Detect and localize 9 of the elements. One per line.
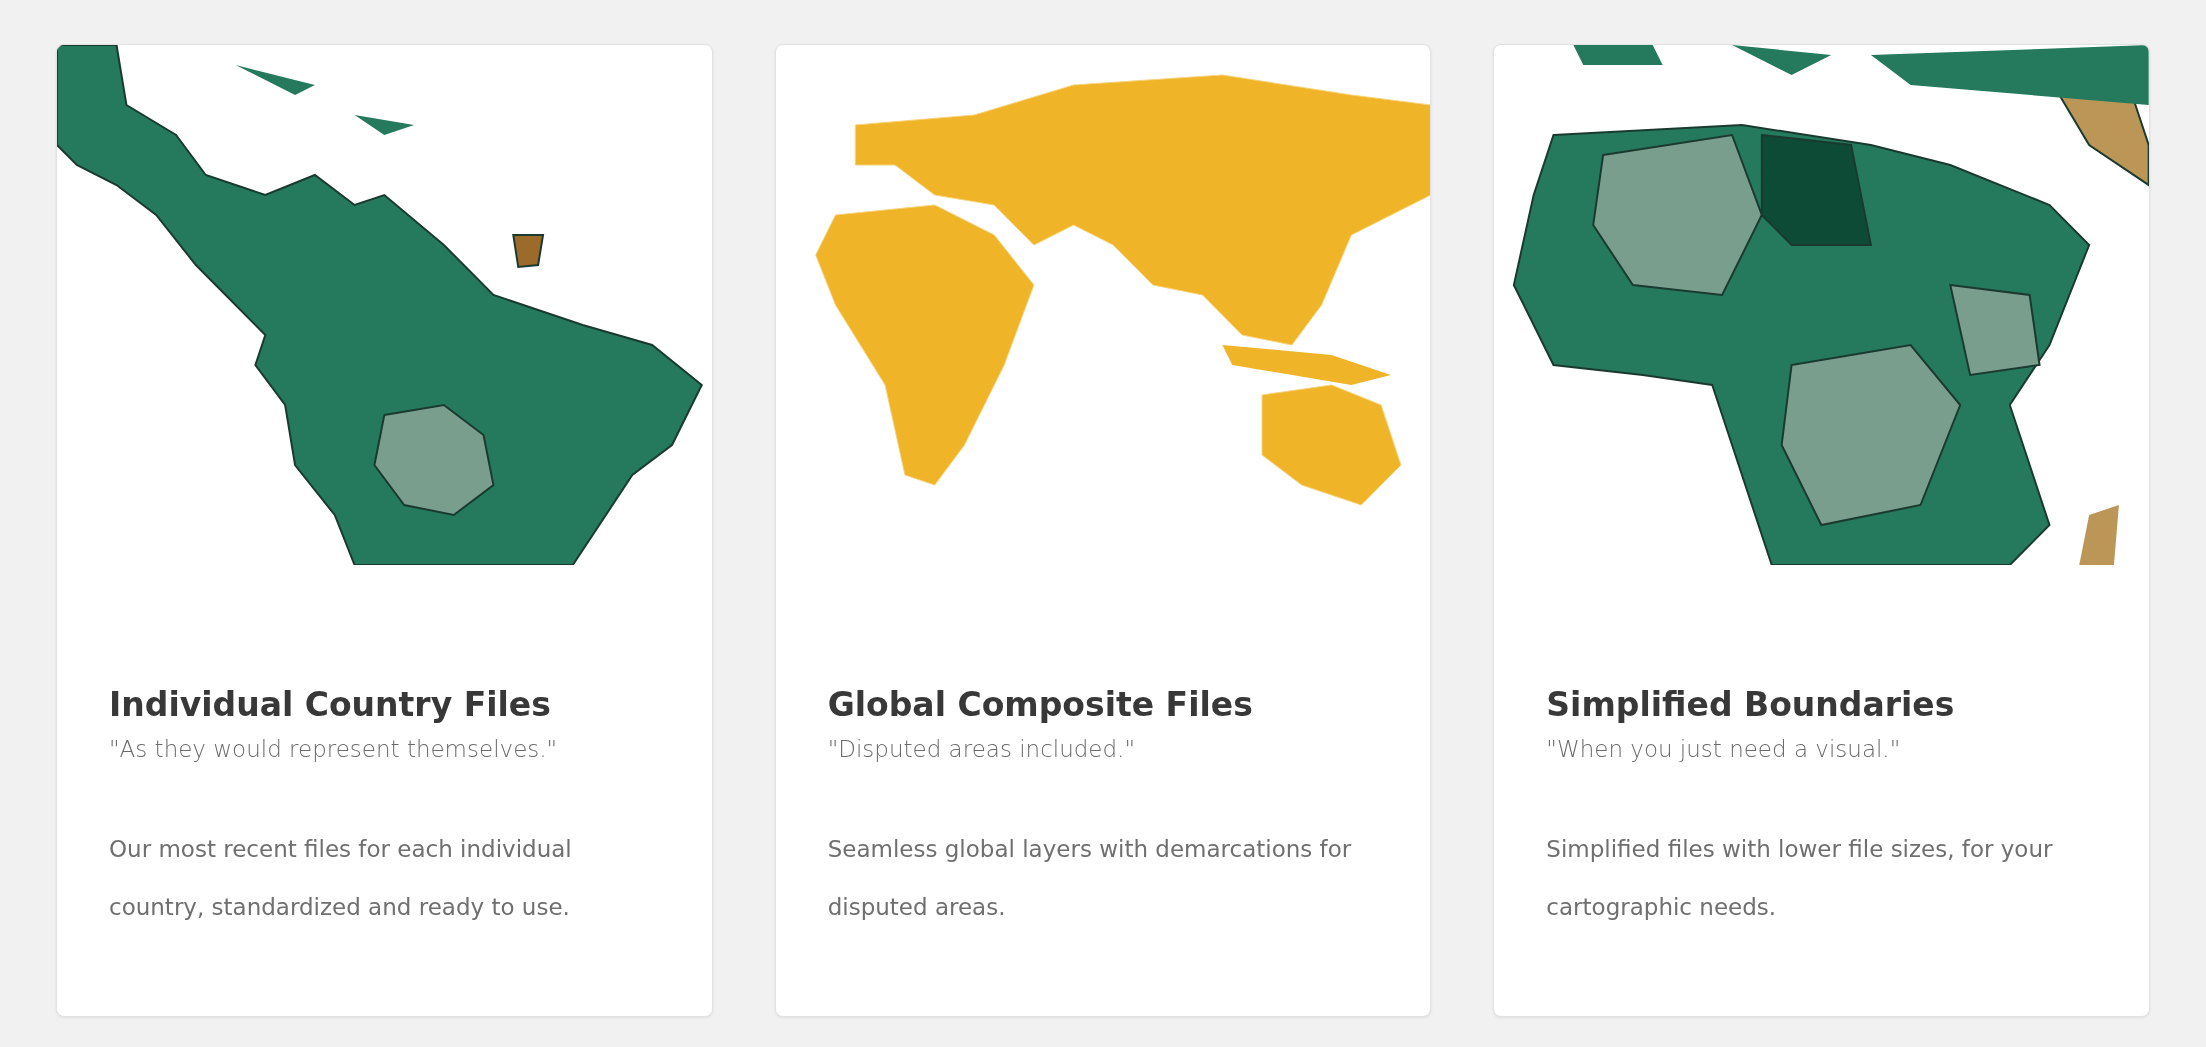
card-quote: "Disputed areas included."	[827, 736, 1136, 762]
card-title: Individual Country Files	[109, 685, 552, 724]
card-title: Simplified Boundaries	[1546, 685, 1956, 724]
card-quote: "When you just need a visual."	[1546, 736, 1902, 762]
card-quote: "As they would represent themselves."	[109, 736, 559, 762]
card-title: Global Composite Files	[827, 685, 1254, 724]
card-description: Our most recent files for each individual country, standardized and ready to use.	[109, 835, 573, 922]
card-description: Seamless global layers with demarcations for disputed areas.	[827, 835, 1353, 922]
card-description: Simplified files with lower file sizes, for your cartographic needs.	[1546, 835, 2054, 922]
